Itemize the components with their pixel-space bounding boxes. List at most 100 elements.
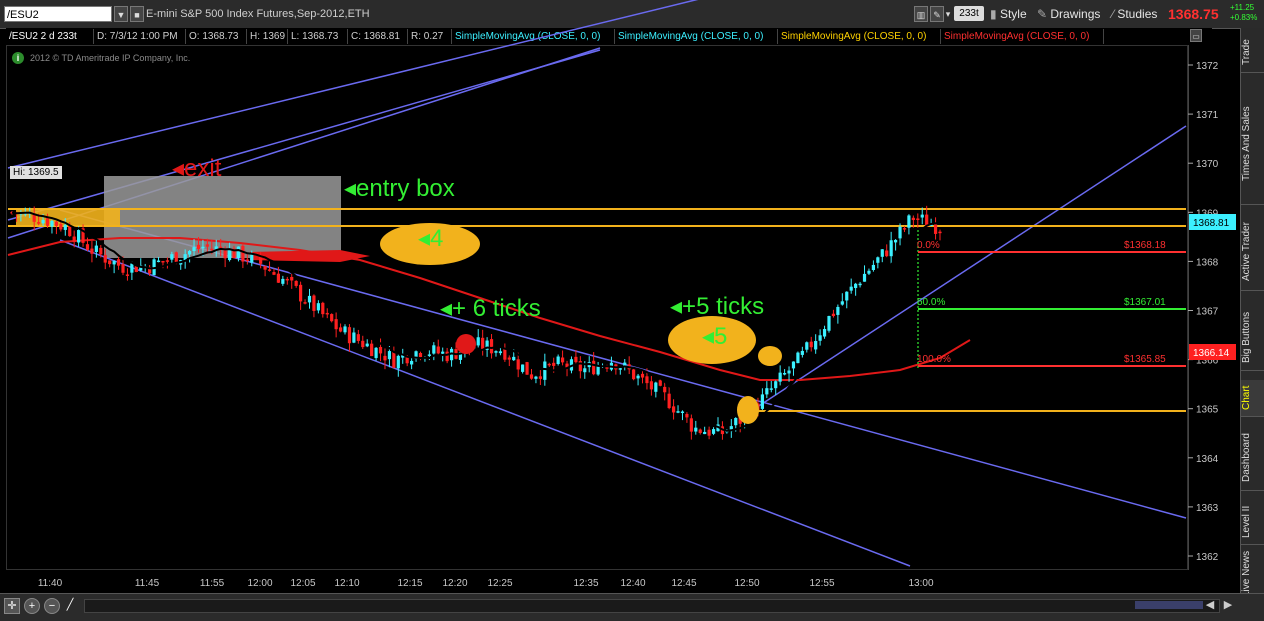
tab-times-and-sales[interactable]: Times And Sales xyxy=(1241,84,1264,205)
candle-body xyxy=(170,254,174,260)
candle-body xyxy=(276,273,281,283)
fib-level-pct: 0.0% xyxy=(917,240,940,251)
scroll-left-icon[interactable]: ◀ xyxy=(1202,598,1218,614)
candle-body xyxy=(889,240,893,257)
time-tick-label: 12:05 xyxy=(290,578,315,589)
candle-body xyxy=(205,244,209,247)
horizontal-scrollbar[interactable] xyxy=(84,599,1220,613)
candle-body xyxy=(632,369,636,380)
line-tool-icon[interactable]: ╱ xyxy=(62,598,78,614)
candle-body xyxy=(902,228,907,230)
price-tick-label: 1368 xyxy=(1196,257,1219,268)
annotation-ellipse-small xyxy=(758,346,782,366)
candle-body xyxy=(272,272,276,275)
candle-body xyxy=(805,342,809,350)
candle-body xyxy=(831,313,836,317)
candle-body xyxy=(791,361,796,369)
candle-body xyxy=(605,367,609,369)
candle-body xyxy=(316,303,320,311)
candle-body xyxy=(667,393,671,409)
tab-chart[interactable]: Chart xyxy=(1241,380,1264,417)
price-tick-label: 1367 xyxy=(1196,307,1219,318)
candle-body xyxy=(907,215,911,228)
candle-body xyxy=(50,220,54,227)
candle-body xyxy=(321,302,325,315)
candle-body xyxy=(374,347,378,359)
trendline xyxy=(7,0,699,169)
candle-body xyxy=(560,357,565,363)
candle-body xyxy=(711,429,716,434)
candle-body xyxy=(698,429,702,433)
candle-body xyxy=(99,247,103,255)
candle-body xyxy=(654,382,658,392)
pan-icon[interactable]: ✛ xyxy=(4,598,20,614)
candle-body xyxy=(343,326,347,333)
candle-body xyxy=(854,283,858,289)
candle-body xyxy=(63,224,67,230)
candle-body xyxy=(108,260,112,265)
candle-body xyxy=(876,257,880,263)
price-tick-label: 1370 xyxy=(1196,159,1219,170)
candle-body xyxy=(90,248,94,254)
candle-body xyxy=(734,418,738,426)
candle-body xyxy=(512,356,516,361)
candle-body xyxy=(556,356,560,364)
price-tick-label: 1371 xyxy=(1196,110,1219,121)
candle-body xyxy=(201,246,205,249)
candle-body xyxy=(330,314,334,322)
high-label: Hi: 1369.5 xyxy=(10,166,62,179)
candle-body xyxy=(165,260,170,262)
candle-body xyxy=(192,247,196,252)
scroll-right-icon[interactable]: ▶ xyxy=(1220,598,1236,614)
scrollbar-thumb[interactable] xyxy=(1135,601,1203,609)
candle-body xyxy=(352,332,356,343)
red-price-bubble: 1366.14 xyxy=(1193,348,1230,359)
candle-body xyxy=(938,231,942,234)
price-tick-label: 1365 xyxy=(1196,405,1219,416)
candle-body xyxy=(689,418,693,432)
candle-body xyxy=(814,340,818,350)
candle-body xyxy=(45,217,50,226)
candle-body xyxy=(534,376,538,379)
candle-body xyxy=(236,246,241,258)
candle-body xyxy=(498,351,503,354)
time-tick-label: 12:55 xyxy=(809,578,834,589)
zoom-in-icon[interactable]: + xyxy=(24,598,40,614)
trendline xyxy=(744,125,1187,416)
candle-body xyxy=(538,376,542,379)
candle-body xyxy=(503,348,507,360)
candle-body xyxy=(671,406,676,413)
candle-body xyxy=(818,335,822,341)
tab-dashboard[interactable]: Dashboard xyxy=(1241,426,1264,491)
green-status-icon[interactable]: i xyxy=(12,52,24,64)
chart-svg: 1372137113701369136813671366136513641363… xyxy=(7,0,1236,589)
candle-body xyxy=(898,226,902,239)
candle-body xyxy=(383,355,387,361)
candle-body xyxy=(432,345,436,354)
candle-body xyxy=(37,222,41,224)
candle-body xyxy=(396,355,400,369)
fib-level-price: $1367.01 xyxy=(1124,297,1166,308)
price-tick-label: 1364 xyxy=(1196,454,1219,465)
candle-body xyxy=(103,254,107,263)
tab-trade[interactable]: Trade xyxy=(1241,32,1264,73)
candle-body xyxy=(54,221,59,226)
candle-body xyxy=(130,263,134,273)
candle-body xyxy=(583,368,587,373)
candle-body xyxy=(822,328,827,337)
candle-body xyxy=(796,352,800,364)
candle-body xyxy=(862,273,867,282)
candle-body xyxy=(361,340,365,348)
candle-body xyxy=(827,315,831,331)
candle-body xyxy=(285,278,289,281)
zoom-out-icon[interactable]: − xyxy=(44,598,60,614)
tab-active-trader[interactable]: Active Trader xyxy=(1241,214,1264,291)
tab-big-buttons[interactable]: Big Buttons xyxy=(1241,304,1264,371)
candle-body xyxy=(68,226,72,237)
candle-body xyxy=(32,214,36,222)
annotation-red-dot xyxy=(456,334,476,354)
time-tick-label: 12:50 xyxy=(734,578,759,589)
tab-level-ii[interactable]: Level II xyxy=(1241,500,1264,545)
candle-body xyxy=(427,354,431,356)
time-tick-label: 12:20 xyxy=(442,578,467,589)
